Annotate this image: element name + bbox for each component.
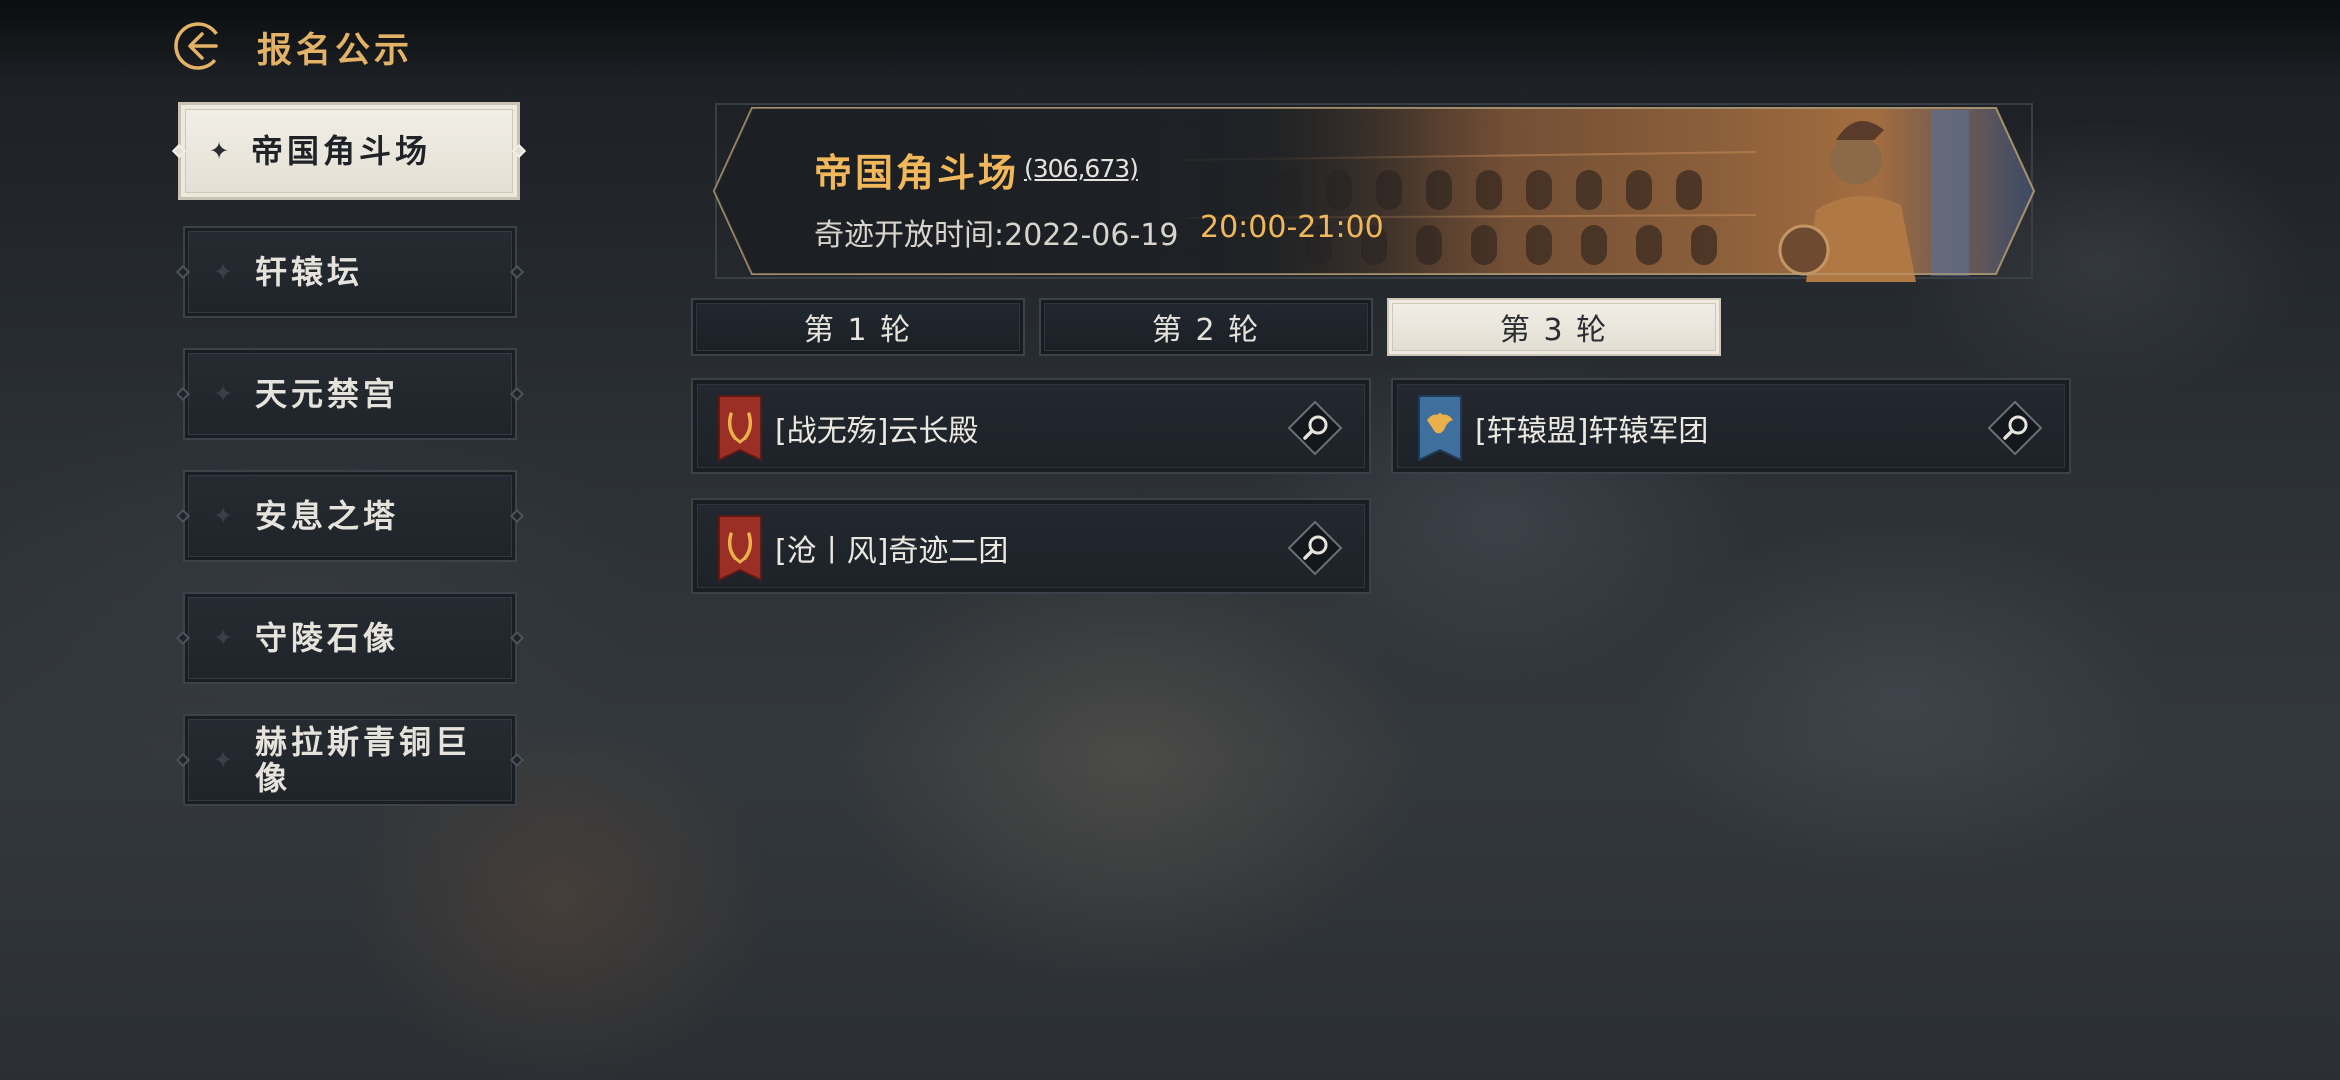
back-arrow-icon (174, 22, 222, 70)
tab-round-2[interactable]: 第 2 轮 (1039, 298, 1373, 356)
alliance-name: [沧丨风]奇迹二团 (775, 534, 1009, 569)
sparkle-icon: ✦ (213, 624, 234, 652)
sparkle-icon: ✦ (213, 380, 234, 408)
laurel-icon (718, 395, 762, 462)
search-icon[interactable] (1987, 400, 2043, 456)
sidebar-item-label: 守陵石像 (255, 619, 400, 657)
sidebar-item-xuanyuan-altar[interactable]: ✦ 轩辕坛 (175, 226, 525, 318)
alliance-name: [战无殇]云长殿 (775, 414, 979, 449)
sparkle-icon: ✦ (213, 746, 234, 774)
eagle-icon (1418, 395, 1462, 462)
page-title: 报名公示 (257, 31, 414, 71)
list-item[interactable]: [轩辕盟]轩辕军团 (1391, 378, 2071, 474)
sidebar-item-tianyuan-palace[interactable]: ✦ 天元禁宫 (175, 348, 525, 440)
tab-round-3[interactable]: 第 3 轮 (1387, 298, 1721, 356)
sidebar-item-tomb-statue[interactable]: ✦ 守陵石像 (175, 592, 525, 684)
sparkle-icon: ✦ (209, 137, 230, 165)
open-time-label: 奇迹开放时间:2022-06-19 (814, 218, 1179, 253)
search-icon[interactable] (1287, 520, 1343, 576)
search-icon[interactable] (1287, 400, 1343, 456)
sidebar-item-label: 帝国角斗场 (251, 132, 432, 170)
list-item[interactable]: [战无殇]云长殿 (691, 378, 1371, 474)
sidebar-item-label: 轩辕坛 (255, 253, 364, 291)
tab-round-1[interactable]: 第 1 轮 (691, 298, 1025, 356)
sidebar-item-label: 天元禁宫 (255, 375, 400, 413)
sidebar-item-anxi-tower[interactable]: ✦ 安息之塔 (175, 470, 525, 562)
sidebar-item-label: 安息之塔 (255, 497, 400, 535)
banner-title: 帝国角斗场 (814, 151, 1020, 195)
sidebar-item-label: 赫拉斯青铜巨像 (255, 723, 472, 797)
sparkle-icon: ✦ (213, 502, 234, 530)
back-button[interactable] (172, 20, 224, 72)
alliance-name: [轩辕盟]轩辕军团 (1475, 414, 1709, 449)
list-item[interactable]: [沧丨风]奇迹二团 (691, 498, 1371, 594)
sidebar-item-bronze-colossus[interactable]: ✦ 赫拉斯青铜巨像 (175, 714, 525, 806)
sidebar-item-imperial-arena[interactable]: ✦ 帝国角斗场 (171, 102, 527, 200)
laurel-icon (718, 515, 762, 582)
open-time-range: 20:00-21:00 (1200, 210, 1384, 245)
registration-count-link[interactable]: (306,673) (1024, 154, 1139, 183)
wonder-banner: 帝国角斗场 (306,673) 奇迹开放时间:2022-06-19 20:00-… (706, 100, 2042, 282)
sparkle-icon: ✦ (213, 258, 234, 286)
